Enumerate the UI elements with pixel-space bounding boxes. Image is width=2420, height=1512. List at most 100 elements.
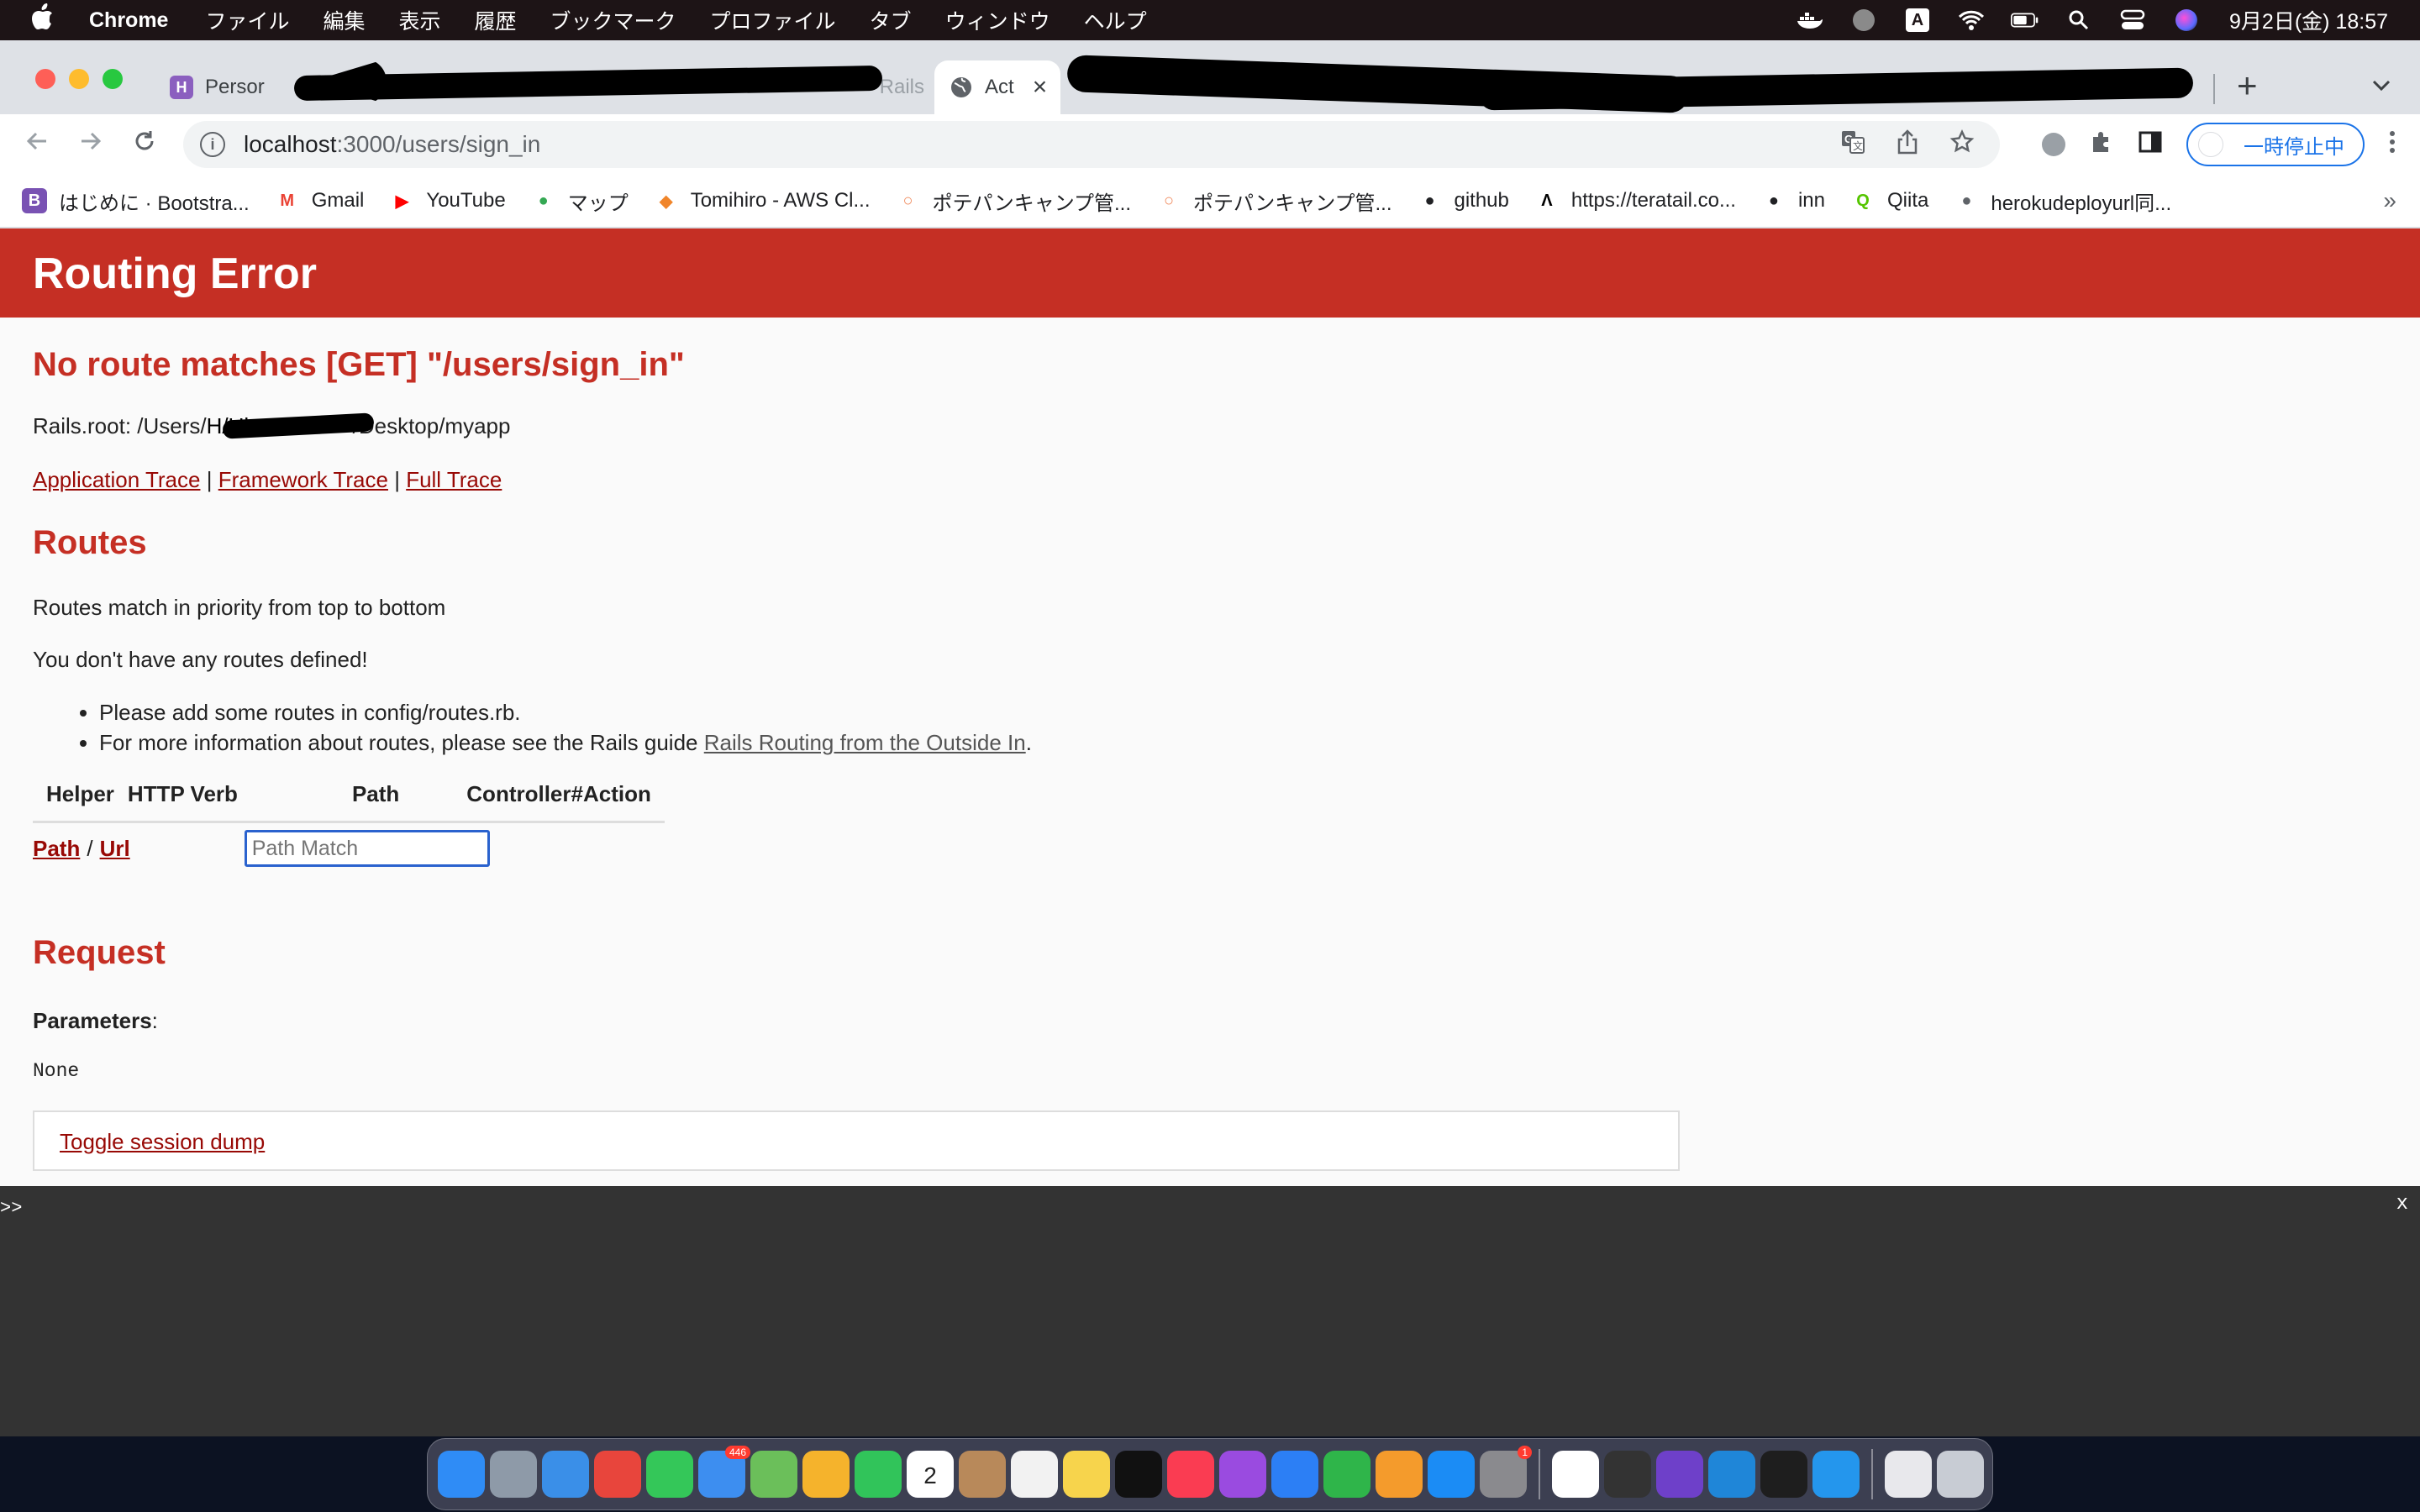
system-preferences-icon[interactable]: 1 bbox=[1480, 1446, 1532, 1498]
new-tab-plus-icon[interactable]: + bbox=[2237, 66, 2258, 106]
tab-close-icon[interactable]: × bbox=[1033, 73, 1048, 102]
siri-icon[interactable] bbox=[2172, 8, 2201, 33]
helper-separator: / bbox=[87, 835, 93, 861]
path-helper-link[interactable]: Path bbox=[33, 836, 80, 862]
mail-icon[interactable]: 446 bbox=[698, 1446, 750, 1498]
messages-icon[interactable] bbox=[646, 1451, 693, 1498]
tab-active[interactable]: Act × bbox=[934, 60, 1060, 114]
terminal-icon[interactable] bbox=[1760, 1451, 1807, 1498]
app-store-icon[interactable] bbox=[1428, 1451, 1475, 1498]
chrome-icon[interactable] bbox=[594, 1451, 641, 1498]
share-icon[interactable] bbox=[1896, 129, 1919, 160]
forward-arrow-icon[interactable] bbox=[64, 129, 118, 160]
notes-icon[interactable] bbox=[1063, 1451, 1110, 1498]
bookmark-item[interactable]: ◆ Tomihiro - AWS Cl... bbox=[654, 188, 871, 213]
avatar bbox=[2198, 132, 2223, 157]
vscode-icon[interactable] bbox=[1708, 1451, 1755, 1498]
safari-icon[interactable] bbox=[542, 1451, 589, 1498]
web-console[interactable]: >> x bbox=[0, 1186, 2420, 1436]
launchpad-icon[interactable] bbox=[490, 1451, 537, 1498]
music-icon[interactable] bbox=[1167, 1451, 1214, 1498]
bookmark-item[interactable]: ● herokudeployurl同... bbox=[1954, 186, 2171, 216]
menu-file[interactable]: ファイル bbox=[205, 5, 289, 35]
bookmark-item[interactable]: ○ ポテパンキャンプ管... bbox=[896, 186, 1131, 216]
menu-window[interactable]: ウィンドウ bbox=[945, 5, 1050, 35]
control-center-icon[interactable] bbox=[2118, 8, 2147, 33]
svg-text:文: 文 bbox=[1853, 139, 1863, 152]
menu-edit[interactable]: 編集 bbox=[323, 5, 365, 35]
window-zoom-button[interactable] bbox=[103, 69, 123, 89]
battery-icon[interactable] bbox=[2011, 8, 2039, 33]
url-path: :3000/users/sign_in bbox=[336, 131, 541, 157]
side-panel-icon[interactable] bbox=[2138, 129, 2163, 160]
photos-icon[interactable] bbox=[802, 1451, 850, 1498]
numbers-icon[interactable] bbox=[1323, 1451, 1370, 1498]
toggle-session-dump-link[interactable]: Toggle session dump bbox=[60, 1129, 265, 1154]
extensions-puzzle-icon[interactable] bbox=[2089, 129, 2114, 160]
facetime-icon[interactable] bbox=[855, 1451, 902, 1498]
back-arrow-icon[interactable] bbox=[10, 129, 64, 160]
application-trace-link[interactable]: Application Trace bbox=[33, 467, 200, 492]
menu-help[interactable]: ヘルプ bbox=[1084, 5, 1147, 35]
bookmarks-overflow-button[interactable]: » bbox=[2383, 187, 2396, 214]
tab-search-chevron-icon[interactable] bbox=[2371, 72, 2391, 98]
reload-icon[interactable] bbox=[118, 129, 171, 160]
maps-icon[interactable] bbox=[750, 1451, 797, 1498]
pages-icon[interactable] bbox=[1376, 1451, 1423, 1498]
reminders-icon[interactable] bbox=[1011, 1451, 1058, 1498]
bookmark-item[interactable]: ▶ YouTube bbox=[389, 188, 506, 213]
window-close-button[interactable] bbox=[35, 69, 55, 89]
bookmark-item[interactable]: ○ ポテパンキャンプ管... bbox=[1156, 186, 1392, 216]
bookmark-item[interactable]: ● inn bbox=[1761, 188, 1825, 213]
calendar-icon[interactable]: 2 bbox=[907, 1451, 954, 1498]
rails-root-prefix: Rails.root: /Users/ bbox=[33, 413, 207, 438]
framework-trace-link[interactable]: Framework Trace bbox=[218, 467, 388, 492]
input-source-icon[interactable]: A bbox=[1903, 8, 1932, 33]
document-icon[interactable] bbox=[1885, 1451, 1932, 1498]
menu-tab[interactable]: タブ bbox=[870, 5, 912, 35]
contacts-icon[interactable] bbox=[959, 1451, 1006, 1498]
window-minimize-button[interactable] bbox=[69, 69, 89, 89]
full-trace-link[interactable]: Full Trace bbox=[406, 467, 502, 492]
bookmark-item[interactable]: Λhttps://teratail.co... bbox=[1534, 188, 1736, 213]
status-circle-icon[interactable] bbox=[1849, 8, 1878, 33]
tv-icon[interactable] bbox=[1115, 1451, 1162, 1498]
bookmark-item[interactable]: ● github bbox=[1417, 188, 1508, 213]
address-bar[interactable]: i localhost :3000/users/sign_in G文 bbox=[183, 121, 2000, 168]
bookmark-item[interactable]: ● マップ bbox=[531, 186, 629, 216]
docker-icon[interactable] bbox=[1796, 8, 1824, 33]
docker-icon[interactable] bbox=[1812, 1451, 1860, 1498]
trace-separator: | bbox=[394, 467, 400, 492]
extension-circle-icon[interactable] bbox=[2042, 133, 2065, 156]
menu-view[interactable]: 表示 bbox=[399, 5, 441, 35]
bookmark-item[interactable]: B はじめに · Bootstra... bbox=[22, 186, 250, 216]
bookmark-item[interactable]: Q Qiita bbox=[1850, 188, 1928, 213]
bookmark-item[interactable]: M Gmail bbox=[275, 188, 364, 213]
finder-icon[interactable] bbox=[438, 1451, 485, 1498]
translate-icon[interactable]: G文 bbox=[1840, 129, 1865, 160]
kebab-menu-icon[interactable] bbox=[2388, 129, 2396, 160]
path-match-input[interactable] bbox=[244, 830, 490, 867]
site-info-icon[interactable]: i bbox=[200, 132, 225, 157]
slack-icon[interactable] bbox=[1552, 1451, 1599, 1498]
apple-logo-icon[interactable] bbox=[30, 3, 64, 37]
menu-profile[interactable]: プロファイル bbox=[710, 5, 836, 35]
menu-bookmarks[interactable]: ブックマーク bbox=[550, 5, 676, 35]
wifi-icon[interactable] bbox=[1957, 8, 1986, 33]
trash-icon[interactable] bbox=[1937, 1451, 1984, 1498]
spotlight-icon[interactable] bbox=[2065, 8, 2093, 33]
rails-routing-guide-link[interactable]: Rails Routing from the Outside In bbox=[704, 730, 1026, 755]
console-prompt: >> bbox=[0, 1198, 23, 1219]
bookmark-star-icon[interactable] bbox=[1949, 129, 1975, 160]
console-close-button[interactable]: x bbox=[2396, 1193, 2408, 1215]
github-desktop-icon[interactable] bbox=[1656, 1451, 1703, 1498]
keynote-icon[interactable] bbox=[1271, 1451, 1318, 1498]
menu-history[interactable]: 履歴 bbox=[475, 5, 517, 35]
podcasts-icon[interactable] bbox=[1219, 1451, 1266, 1498]
postman-icon[interactable] bbox=[1604, 1451, 1651, 1498]
url-helper-link[interactable]: Url bbox=[100, 836, 130, 862]
app-menu-chrome[interactable]: Chrome bbox=[89, 8, 168, 33]
tab-persor[interactable]: H Persor bbox=[155, 60, 281, 114]
menubar-clock[interactable]: 9月2日(金) 18:57 bbox=[2229, 5, 2388, 35]
profile-button[interactable]: 一時停止中 bbox=[2186, 123, 2365, 166]
